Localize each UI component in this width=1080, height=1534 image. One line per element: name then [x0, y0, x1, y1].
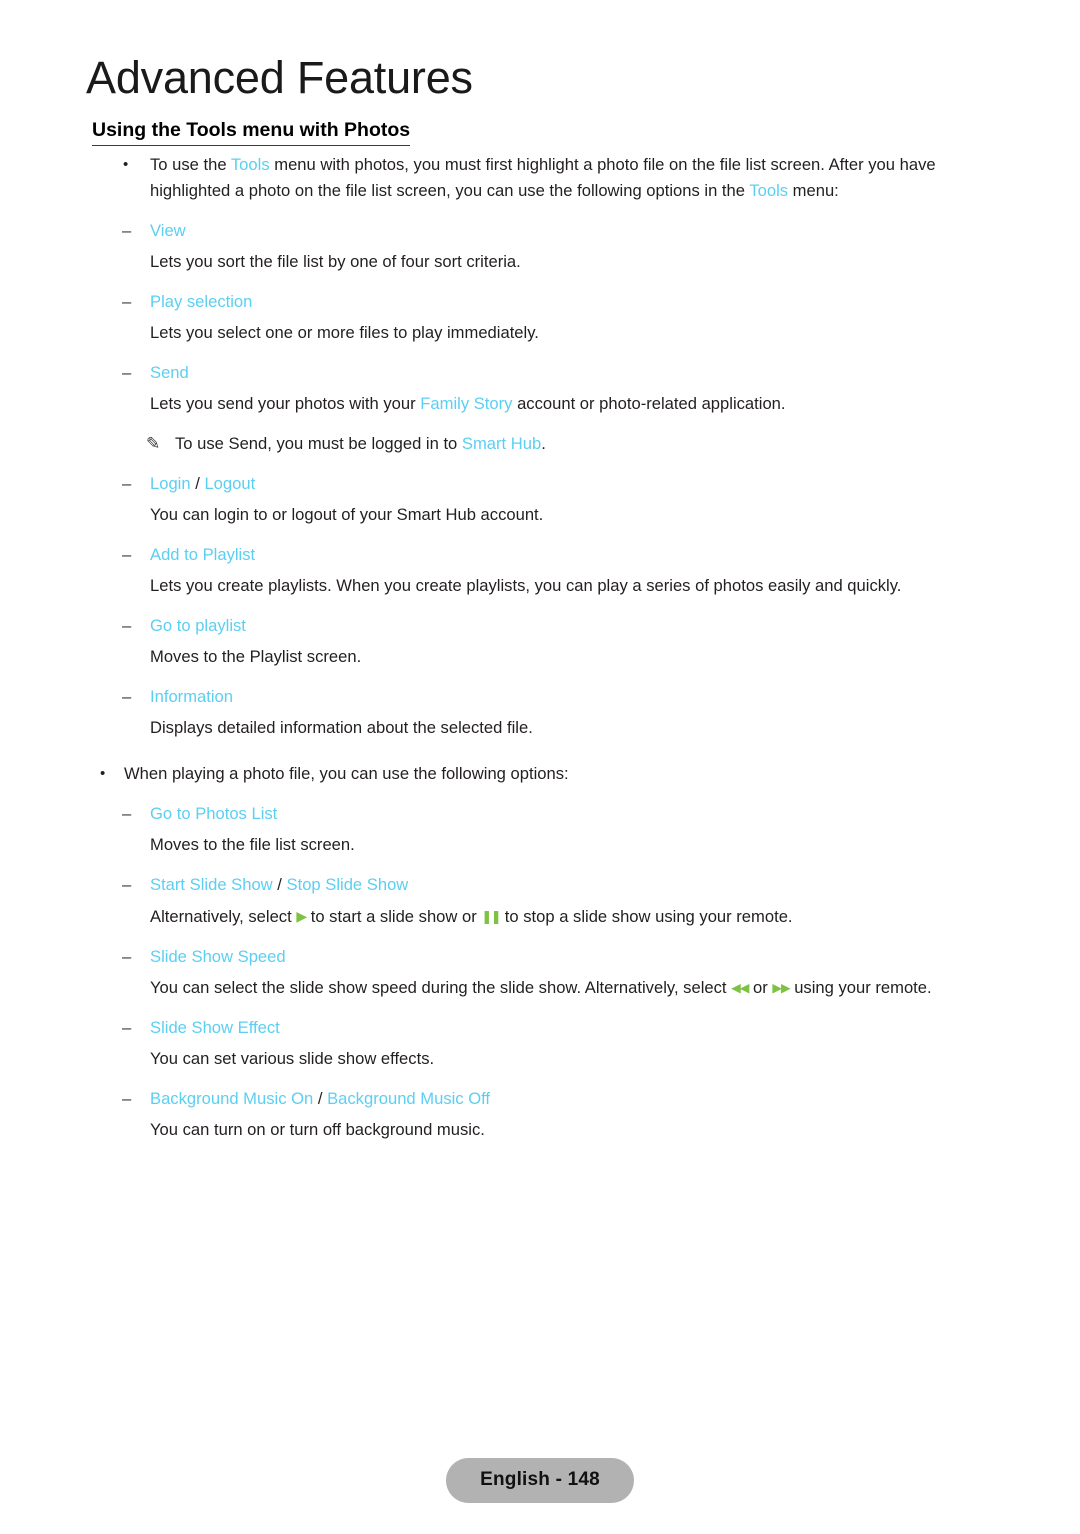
- dash-icon: –: [122, 545, 132, 564]
- family-story-link[interactable]: Family Story: [420, 394, 512, 413]
- pause-icon: ❚❚: [481, 909, 501, 924]
- pencil-icon: ✎: [146, 434, 161, 453]
- option-label[interactable]: Go to Photos List: [150, 804, 277, 823]
- option-go-to-playlist-description: Moves to the Playlist screen.: [150, 647, 362, 666]
- fast-forward-icon: ▶▶: [772, 981, 790, 995]
- option-login-logout-description: You can login to or logout of your Smart…: [150, 505, 544, 524]
- dash-icon: –: [122, 221, 132, 240]
- send-note: ✎ To use Send, you must be logged in to S…: [0, 431, 1080, 457]
- dash-icon: –: [122, 616, 132, 635]
- option-login-logout: – Login / Logout: [0, 471, 1080, 497]
- option-label[interactable]: Go to playlist: [150, 616, 246, 635]
- option-background-music: – Background Music On / Background Music …: [0, 1086, 1080, 1112]
- slideshow-desc-part1: Alternatively, select: [150, 907, 297, 926]
- document-page: Advanced Features Using the Tools menu w…: [0, 0, 1080, 1534]
- option-label[interactable]: Slide Show Speed: [150, 947, 286, 966]
- label-separator: /: [190, 474, 205, 493]
- speed-desc-part1: You can select the slide show speed duri…: [150, 978, 732, 997]
- dash-icon: –: [122, 1089, 132, 1108]
- option-label[interactable]: Login: [150, 474, 191, 493]
- option-play-selection-description: Lets you select one or more files to pla…: [150, 323, 539, 342]
- option-label[interactable]: Information: [150, 687, 233, 706]
- dash-icon: –: [122, 363, 132, 382]
- list-item: • To use the Tools menu with photos, you …: [0, 152, 1080, 204]
- dash-icon: –: [122, 1018, 132, 1037]
- page-number-badge: English - 148: [446, 1458, 634, 1503]
- option-add-to-playlist-description: Lets you create playlists. When you crea…: [150, 576, 902, 595]
- send-desc-part1: Lets you send your photos with your: [150, 394, 421, 413]
- option-background-music-description: You can turn on or turn off background m…: [150, 1120, 485, 1139]
- intro-text-part3: menu:: [788, 181, 839, 200]
- option-label[interactable]: Play selection: [150, 292, 252, 311]
- option-go-to-photos-list: – Go to Photos List: [0, 801, 1080, 827]
- page-footer: English - 148: [0, 1458, 1080, 1503]
- label-separator: /: [313, 1089, 328, 1108]
- speed-desc-part3: using your remote.: [789, 978, 932, 997]
- option-go-to-playlist: – Go to playlist: [0, 613, 1080, 639]
- option-slide-show-effect-description: You can set various slide show effects.: [150, 1049, 435, 1068]
- speed-desc-part2: or: [748, 978, 773, 997]
- page-title: Advanced Features: [86, 52, 473, 103]
- option-label[interactable]: Send: [150, 363, 189, 382]
- slideshow-desc-part3: to stop a slide show using your remote.: [500, 907, 793, 926]
- option-label[interactable]: Add to Playlist: [150, 545, 255, 564]
- option-label[interactable]: Background Music On: [150, 1089, 313, 1108]
- option-label[interactable]: Slide Show Effect: [150, 1018, 280, 1037]
- option-label[interactable]: View: [150, 221, 186, 240]
- option-go-to-photos-list-description: Moves to the file list screen.: [150, 835, 355, 854]
- label-separator: /: [272, 875, 287, 894]
- option-slide-show-speed: – Slide Show Speed: [0, 944, 1080, 970]
- document-content: • To use the Tools menu with photos, you …: [0, 152, 1080, 1157]
- dash-icon: –: [122, 687, 132, 706]
- intro-text-part1: To use the: [150, 155, 231, 174]
- dash-icon: –: [122, 875, 132, 894]
- tools-link-1[interactable]: Tools: [231, 155, 270, 174]
- option-view-description: Lets you sort the file list by one of fo…: [150, 252, 521, 271]
- smart-hub-link[interactable]: Smart Hub: [462, 434, 541, 453]
- dash-icon: –: [122, 292, 132, 311]
- rewind-icon: ◀◀: [731, 981, 749, 995]
- section-heading: Using the Tools menu with Photos: [92, 118, 411, 147]
- send-note-part2: .: [541, 434, 546, 453]
- option-send-description: Lets you send your photos with your Fami…: [0, 391, 1080, 417]
- option-label-alt[interactable]: Background Music Off: [327, 1089, 490, 1108]
- play-icon: ▶: [296, 908, 307, 924]
- option-start-stop-slide-show: – Start Slide Show / Stop Slide Show: [0, 872, 1080, 898]
- option-slide-show-effect: – Slide Show Effect: [0, 1015, 1080, 1041]
- dash-icon: –: [122, 947, 132, 966]
- playing-bullet-text: When playing a photo file, you can use t…: [124, 764, 569, 783]
- send-desc-part2: account or photo-related application.: [512, 394, 786, 413]
- list-item: • When playing a photo file, you can use …: [0, 761, 1080, 787]
- send-note-part1: To use Send, you must be logged in to: [175, 434, 462, 453]
- bullet-icon: •: [100, 765, 106, 782]
- bullet-icon: •: [123, 156, 129, 173]
- option-label-alt[interactable]: Logout: [204, 474, 255, 493]
- option-send: – Send: [0, 360, 1080, 386]
- option-play-selection: – Play selection: [0, 289, 1080, 315]
- option-information-description: Displays detailed information about the …: [150, 718, 533, 737]
- dash-icon: –: [122, 804, 132, 823]
- option-add-to-playlist: – Add to Playlist: [0, 542, 1080, 568]
- option-slide-show-speed-description: You can select the slide show speed duri…: [0, 975, 1080, 1001]
- option-label[interactable]: Start Slide Show: [150, 875, 273, 894]
- tools-link-2[interactable]: Tools: [749, 181, 788, 200]
- slideshow-desc-part2: to start a slide show or: [306, 907, 482, 926]
- option-start-stop-slide-show-description: Alternatively, select ▶ to start a slide…: [0, 903, 1080, 930]
- option-information: – Information: [0, 684, 1080, 710]
- dash-icon: –: [122, 474, 132, 493]
- option-label-alt[interactable]: Stop Slide Show: [287, 875, 409, 894]
- option-view: – View: [0, 218, 1080, 244]
